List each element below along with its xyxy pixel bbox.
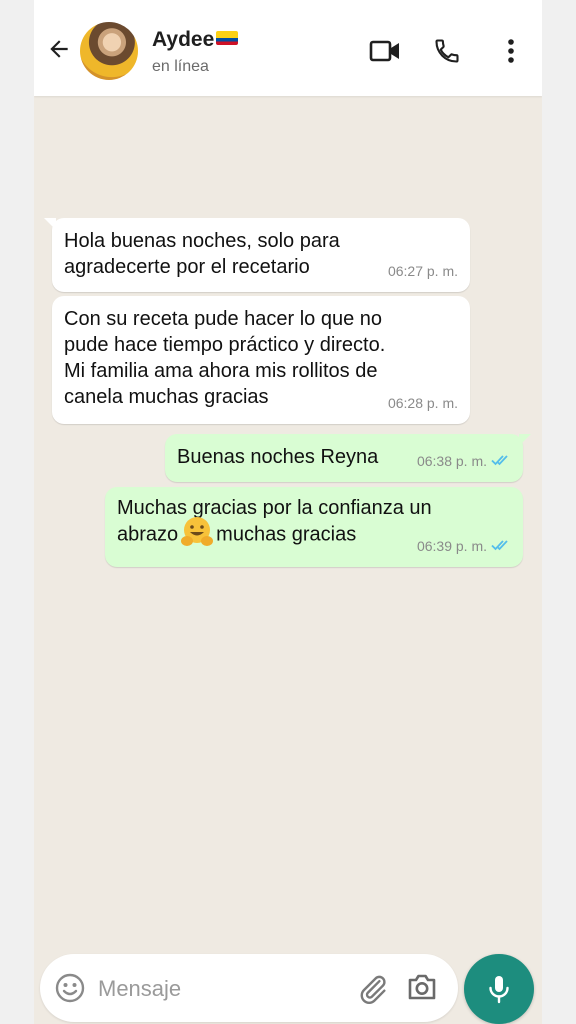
message-time: 06:27 p. m. <box>387 263 458 279</box>
message-time: 06:39 p. m. <box>416 538 487 554</box>
message-meta: 06:28 p. m. <box>388 390 458 416</box>
message-meta: 06:38 p. m. <box>417 448 511 474</box>
phone-icon[interactable] <box>430 34 464 68</box>
message-text-after-emoji: muchas gracias <box>216 523 357 546</box>
message-text-before-emoji: abrazo <box>117 523 179 546</box>
message-outgoing[interactable]: Muchas gracias por la confianza un abrazo… <box>105 487 523 567</box>
avatar[interactable] <box>80 22 138 80</box>
back-arrow-icon[interactable] <box>42 32 76 66</box>
double-check-read-icon <box>491 533 511 559</box>
chat-screen: Aydee en línea Hola buenas noches, solo … <box>34 0 542 1024</box>
message-meta: 06:27 p. m. <box>388 258 458 284</box>
message-incoming[interactable]: Hola buenas noches, solo para agradecert… <box>44 218 470 292</box>
camera-icon[interactable] <box>406 972 440 1006</box>
emoji-icon[interactable] <box>54 972 86 1004</box>
message-incoming[interactable]: Con su receta pude hacer lo que no pude … <box>52 296 470 424</box>
mic-icon <box>489 976 509 1004</box>
more-vert-icon[interactable] <box>494 34 528 68</box>
mic-button[interactable] <box>464 954 534 1024</box>
message-time: 06:38 p. m. <box>416 453 487 469</box>
ecuador-flag-icon <box>216 31 239 45</box>
video-call-icon[interactable] <box>368 34 402 68</box>
contact-status: en línea <box>152 58 209 75</box>
attach-icon[interactable] <box>356 972 390 1006</box>
message-composer <box>40 954 458 1022</box>
chat-header: Aydee en línea <box>34 0 542 96</box>
contact-name-text: Aydee <box>152 28 215 51</box>
contact-name[interactable]: Aydee <box>152 28 239 52</box>
message-outgoing[interactable]: Buenas noches Reyna 06:38 p. m. <box>165 434 531 482</box>
double-check-read-icon <box>491 448 511 474</box>
hugging-face-emoji <box>181 517 214 546</box>
message-time: 06:28 p. m. <box>387 395 458 411</box>
message-text-line1: Muchas gracias por la confianza un <box>117 497 432 519</box>
message-meta: 06:39 p. m. <box>417 533 511 559</box>
message-input[interactable] <box>96 972 340 1006</box>
